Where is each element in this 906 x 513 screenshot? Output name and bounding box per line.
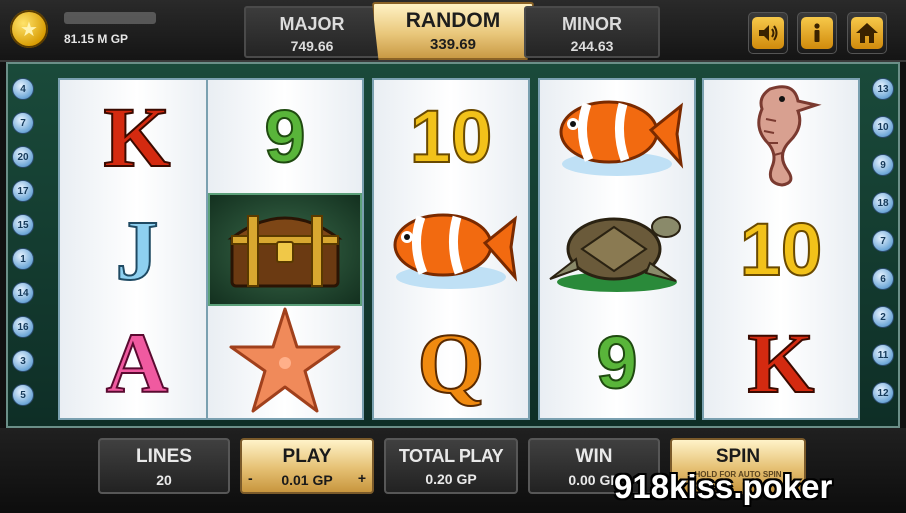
payline-indicator[interactable]: 10 bbox=[872, 116, 894, 138]
payline-indicator[interactable]: 12 bbox=[872, 382, 894, 404]
spin-label: SPIN bbox=[715, 446, 761, 467]
symbol-9: 9 bbox=[263, 94, 306, 179]
seahorse-icon bbox=[736, 79, 826, 194]
speaker-icon bbox=[752, 17, 784, 49]
payline-indicator[interactable]: 9 bbox=[872, 154, 894, 176]
payline-indicator[interactable]: 20 bbox=[12, 146, 34, 168]
balance-text: 81.15 M GP bbox=[64, 32, 129, 46]
symbol-10: 10 bbox=[739, 207, 823, 292]
sea-turtle-icon bbox=[542, 197, 692, 302]
increase-bet-button[interactable]: + bbox=[358, 470, 366, 486]
symbol-k: K bbox=[103, 88, 172, 186]
jackpot-major-label: MAJOR bbox=[279, 14, 345, 34]
symbol-cell bbox=[540, 80, 694, 193]
info-button[interactable] bbox=[797, 12, 837, 54]
reel-frame: 4 7 20 17 15 1 14 16 3 5 13 10 9 18 7 6 2 11 12 K J A 9 10 Q 9 1… bbox=[6, 62, 900, 428]
symbol-cell: 9 bbox=[540, 306, 694, 419]
sound-button[interactable] bbox=[748, 12, 788, 54]
payline-indicator[interactable]: 13 bbox=[872, 78, 894, 100]
treasure-chest-icon bbox=[220, 202, 350, 297]
total-play-value: 0.20 GP bbox=[425, 471, 477, 487]
reel-1: KJA bbox=[58, 78, 216, 420]
symbol-cell bbox=[374, 193, 528, 306]
payline-indicator[interactable]: 1 bbox=[12, 248, 34, 270]
payline-indicator[interactable]: 14 bbox=[12, 282, 34, 304]
top-bar: ★ 81.15 M GP MAJOR 749.66 RANDOM 339.69 … bbox=[0, 0, 906, 62]
jackpot-random-value: 339.69 bbox=[430, 36, 476, 53]
play-value: 0.01 GP bbox=[281, 472, 333, 488]
symbol-a: A bbox=[105, 314, 169, 412]
symbol-cell bbox=[704, 80, 858, 193]
watermark-text: 918kiss.poker bbox=[614, 468, 833, 505]
payline-indicator[interactable]: 18 bbox=[872, 192, 894, 214]
total-play-display: TOTAL PLAY 0.20 GP bbox=[384, 438, 518, 494]
symbol-cell: 10 bbox=[374, 80, 528, 193]
reel-5: 10 K bbox=[702, 78, 860, 420]
info-icon bbox=[801, 17, 833, 49]
jackpot-minor-value: 244.63 bbox=[570, 38, 614, 54]
symbol-j: J bbox=[115, 201, 160, 299]
symbol-cell: K bbox=[60, 80, 214, 193]
symbol-k: K bbox=[747, 314, 816, 412]
payline-indicator[interactable]: 5 bbox=[12, 384, 34, 406]
decrease-bet-button[interactable]: - bbox=[248, 470, 253, 486]
payline-indicator[interactable]: 17 bbox=[12, 180, 34, 202]
total-play-label: TOTAL PLAY bbox=[398, 446, 504, 466]
jackpot-minor-label: MINOR bbox=[562, 14, 622, 34]
payline-indicator[interactable]: 7 bbox=[12, 112, 34, 134]
symbol-cell: 10 bbox=[704, 193, 858, 306]
payline-indicator[interactable]: 11 bbox=[872, 344, 894, 366]
clownfish-icon bbox=[547, 84, 687, 189]
symbol-cell bbox=[208, 193, 362, 306]
home-icon bbox=[851, 17, 883, 49]
reel-4: 9 bbox=[538, 78, 696, 420]
symbol-cell: J bbox=[60, 193, 214, 306]
symbol-cell bbox=[540, 193, 694, 306]
reel-3: 10 Q bbox=[372, 78, 530, 420]
symbol-cell: 9 bbox=[208, 80, 362, 193]
reel-2: 9 bbox=[206, 78, 364, 420]
starfish-icon bbox=[225, 305, 345, 420]
coin-avatar-icon: ★ bbox=[10, 10, 48, 48]
lines-value: 20 bbox=[156, 472, 172, 488]
win-label: WIN bbox=[575, 446, 613, 467]
payline-indicator[interactable]: 15 bbox=[12, 214, 34, 236]
payline-indicator[interactable]: 7 bbox=[872, 230, 894, 252]
payline-indicator[interactable]: 4 bbox=[12, 78, 34, 100]
jackpot-random: RANDOM 339.69 bbox=[372, 2, 534, 60]
lines-label: LINES bbox=[136, 446, 192, 467]
jackpot-major-value: 749.66 bbox=[290, 38, 334, 54]
home-button[interactable] bbox=[847, 12, 887, 54]
symbol-10: 10 bbox=[409, 94, 493, 179]
payline-indicator[interactable]: 6 bbox=[872, 268, 894, 290]
symbol-cell: Q bbox=[374, 306, 528, 419]
lines-button[interactable]: LINES 20 bbox=[98, 438, 230, 494]
slot-game-screen: ★ 81.15 M GP MAJOR 749.66 RANDOM 339.69 … bbox=[0, 0, 906, 513]
symbol-cell: K bbox=[704, 306, 858, 419]
payline-indicator[interactable]: 3 bbox=[12, 350, 34, 372]
jackpot-major: MAJOR 749.66 bbox=[244, 6, 380, 58]
username-blurred bbox=[64, 12, 156, 24]
clownfish-icon bbox=[381, 197, 521, 302]
jackpot-minor: MINOR 244.63 bbox=[524, 6, 660, 58]
play-label: PLAY bbox=[282, 446, 332, 467]
play-bet-control: PLAY 0.01 GP - + bbox=[240, 438, 374, 494]
jackpot-random-label: RANDOM bbox=[405, 9, 501, 32]
symbol-cell: A bbox=[60, 306, 214, 419]
symbol-q: Q bbox=[417, 314, 486, 412]
symbol-9: 9 bbox=[595, 320, 638, 405]
payline-indicator[interactable]: 16 bbox=[12, 316, 34, 338]
payline-indicator[interactable]: 2 bbox=[872, 306, 894, 328]
symbol-cell bbox=[208, 306, 362, 419]
